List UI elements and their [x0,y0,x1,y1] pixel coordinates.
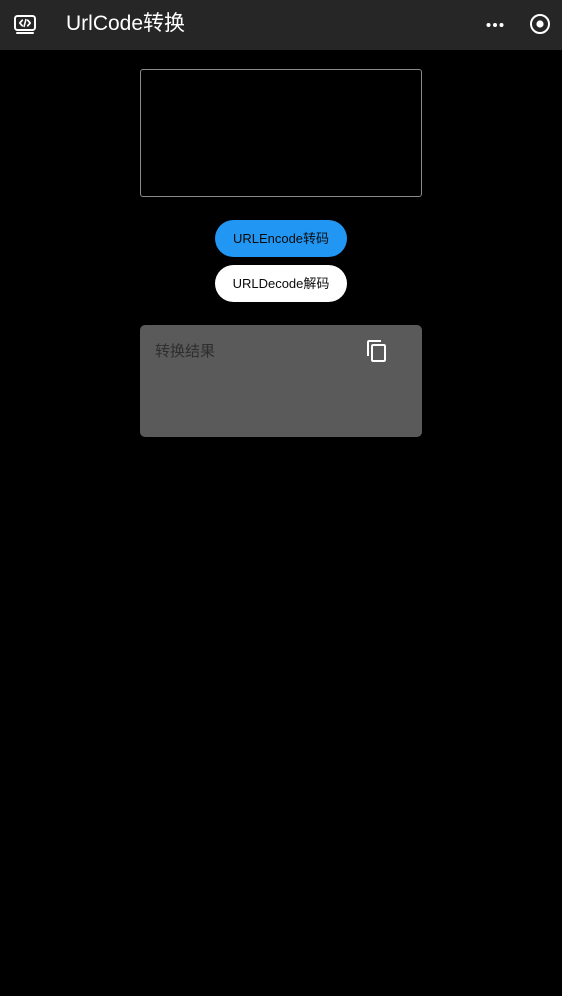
copy-icon[interactable] [365,339,389,363]
result-panel: 转换结果 [140,325,422,437]
url-input-field[interactable] [141,70,421,196]
page-title: UrlCode转换 [66,12,186,35]
more-horizontal-icon[interactable] [484,14,506,36]
result-text: 转换结果 [155,343,216,360]
app-header: UrlCode转换 [0,0,562,50]
code-window-icon[interactable] [13,13,37,37]
radio-target-icon[interactable] [529,13,551,35]
url-decode-button[interactable]: URLDecode解码 [215,265,347,302]
url-encode-button[interactable]: URLEncode转码 [215,220,347,257]
url-input-box[interactable] [140,69,422,197]
